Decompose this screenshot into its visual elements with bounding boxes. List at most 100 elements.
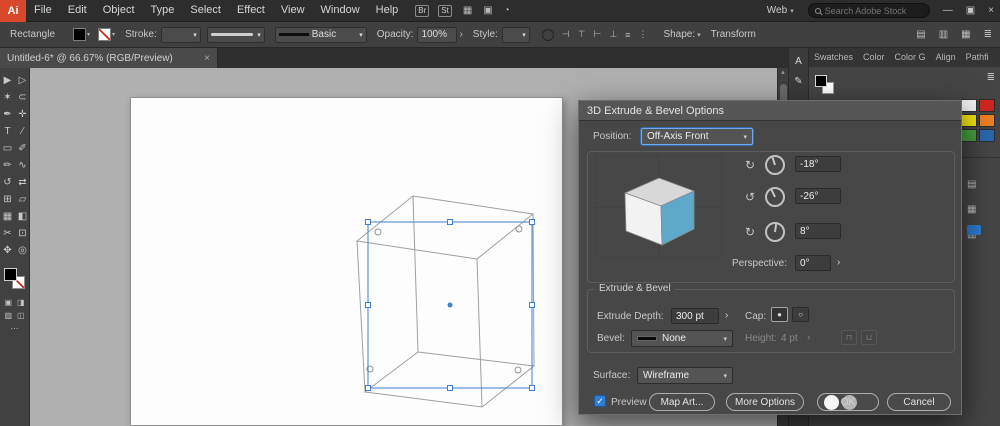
tool-icon[interactable]: ⊞: [3, 191, 11, 208]
collapsed-panel-icon[interactable]: ✎: [794, 76, 802, 87]
bevel-dropdown[interactable]: None ▾: [631, 330, 733, 347]
tool-icon[interactable]: ⊡: [18, 225, 26, 242]
rotate-x-field[interactable]: -18°: [795, 156, 841, 172]
tool-icon[interactable]: ◎: [18, 242, 27, 259]
menu-item[interactable]: Edit: [60, 0, 95, 21]
preview-checkbox[interactable]: ✓: [594, 395, 606, 407]
tool-icon[interactable]: ⇄: [18, 174, 26, 191]
menubar-icon[interactable]: ▣: [483, 5, 492, 16]
transform-link[interactable]: Transform: [711, 29, 756, 40]
panel-tab[interactable]: Pathfi: [961, 47, 994, 67]
menu-item[interactable]: Type: [143, 0, 183, 21]
color-swatch[interactable]: [961, 114, 977, 127]
fill-swatch[interactable]: [73, 28, 86, 41]
panel-tab[interactable]: Swatches: [809, 47, 858, 67]
fill-stroke-proxy[interactable]: [4, 268, 26, 290]
position-dropdown[interactable]: Off-Axis Front ▾: [641, 128, 753, 145]
tool-icon[interactable]: ▱: [19, 191, 27, 208]
tool-icon[interactable]: ▷: [19, 72, 27, 89]
tool-icon[interactable]: ∕: [22, 123, 24, 140]
color-swatch[interactable]: [979, 114, 995, 127]
menu-item[interactable]: Help: [368, 0, 407, 21]
fill-proxy-swatch[interactable]: [4, 268, 17, 281]
align-icon[interactable]: ⊤: [578, 29, 586, 40]
panel-tab[interactable]: Color G: [890, 47, 931, 67]
color-swatch[interactable]: [979, 129, 995, 142]
window-control-icon[interactable]: ▣: [966, 5, 975, 16]
scroll-up-icon[interactable]: ▴: [778, 68, 788, 78]
tool-icon[interactable]: ▭: [3, 140, 12, 157]
panel-icon[interactable]: ▤: [967, 179, 976, 190]
draw-mode-icon[interactable]: ◫: [17, 311, 25, 320]
window-control-icon[interactable]: —: [943, 5, 953, 16]
color-swatch[interactable]: [961, 129, 977, 142]
align-icon[interactable]: ⊥: [609, 29, 617, 40]
app-badge[interactable]: Br: [415, 5, 429, 17]
width-profile-dropdown[interactable]: ▾: [207, 27, 265, 43]
tool-icon[interactable]: ✛: [18, 106, 26, 123]
rotate-y-dial[interactable]: [765, 187, 785, 207]
stock-search[interactable]: [808, 3, 930, 18]
menu-item[interactable]: Window: [313, 0, 368, 21]
fill-chip[interactable]: [815, 75, 827, 87]
track-cube-preview[interactable]: [595, 155, 723, 259]
ok-button[interactable]: OK: [817, 393, 879, 411]
extrude-depth-field[interactable]: 300 pt: [671, 308, 719, 324]
style-dropdown[interactable]: ▾: [502, 27, 530, 43]
stroke-weight-dropdown[interactable]: ▾: [161, 27, 201, 43]
collapsed-panel-icon[interactable]: A: [795, 56, 802, 67]
rotate-x-dial[interactable]: [765, 155, 785, 175]
menu-item[interactable]: View: [273, 0, 313, 21]
tool-icon[interactable]: ✶: [3, 89, 11, 106]
rotate-z-field[interactable]: 8°: [795, 223, 841, 239]
draw-mode-icon[interactable]: ◨: [17, 298, 25, 307]
opacity-dropdown[interactable]: 100%: [417, 27, 457, 43]
tool-icon[interactable]: ↺: [3, 174, 11, 191]
selected-panel-item[interactable]: [967, 225, 981, 235]
panel-icon[interactable]: ▥: [939, 29, 948, 40]
map-art-button[interactable]: Map Art...: [649, 393, 715, 411]
surface-dropdown[interactable]: Wireframe ▾: [637, 367, 733, 384]
search-input[interactable]: [825, 6, 923, 16]
opacity-spinner[interactable]: ›: [459, 29, 462, 40]
panel-icon[interactable]: ≣: [984, 29, 992, 40]
panel-icon[interactable]: ▦: [961, 29, 970, 40]
stroke-swatch[interactable]: [98, 28, 111, 41]
extrude-depth-spinner[interactable]: ›: [725, 310, 728, 321]
tool-icon[interactable]: ∿: [18, 157, 26, 174]
menu-item[interactable]: File: [26, 0, 60, 21]
panel-icon[interactable]: ▦: [967, 204, 976, 215]
brush-dropdown[interactable]: Basic ▾: [275, 27, 367, 43]
color-swatch[interactable]: [979, 99, 995, 112]
rotate-y-field[interactable]: -26°: [795, 188, 841, 204]
more-options-button[interactable]: More Options: [726, 393, 804, 411]
tool-icon[interactable]: ◧: [18, 208, 27, 225]
tool-icon[interactable]: ✐: [18, 140, 26, 157]
cap-off-button[interactable]: ○: [792, 307, 809, 322]
menu-item[interactable]: Effect: [229, 0, 273, 21]
align-icon[interactable]: ⊣: [562, 29, 570, 40]
document-tab[interactable]: Untitled-6* @ 66.67% (RGB/Preview) ×: [0, 48, 218, 68]
app-badge[interactable]: St: [438, 5, 452, 17]
align-icon[interactable]: ⋮: [638, 29, 647, 40]
panel-icon[interactable]: ▤: [916, 29, 925, 40]
tool-icon[interactable]: ✂: [3, 225, 11, 242]
menubar-icon[interactable]: ◔: [504, 5, 510, 16]
cap-on-button[interactable]: ●: [771, 307, 788, 322]
cancel-button[interactable]: Cancel: [887, 393, 951, 411]
recolor-artwork-icon[interactable]: [542, 29, 554, 41]
tool-icon[interactable]: ▶: [4, 72, 12, 89]
color-swatch[interactable]: [961, 99, 977, 112]
align-icon[interactable]: ≡: [625, 30, 630, 40]
align-icon[interactable]: ⊢: [593, 29, 601, 40]
perspective-spinner[interactable]: ›: [837, 257, 840, 268]
perspective-field[interactable]: 0°: [795, 255, 831, 271]
menu-item[interactable]: Select: [182, 0, 229, 21]
workspace-switcher[interactable]: Web ▾: [767, 5, 794, 16]
draw-mode-icon[interactable]: ⋯: [11, 324, 19, 333]
draw-mode-icon[interactable]: ▣: [4, 298, 12, 307]
rotate-z-dial[interactable]: [765, 222, 785, 242]
tool-icon[interactable]: ▦: [3, 208, 12, 225]
tool-icon[interactable]: ⊂: [18, 89, 26, 106]
panel-menu-icon[interactable]: ≣: [987, 72, 995, 83]
